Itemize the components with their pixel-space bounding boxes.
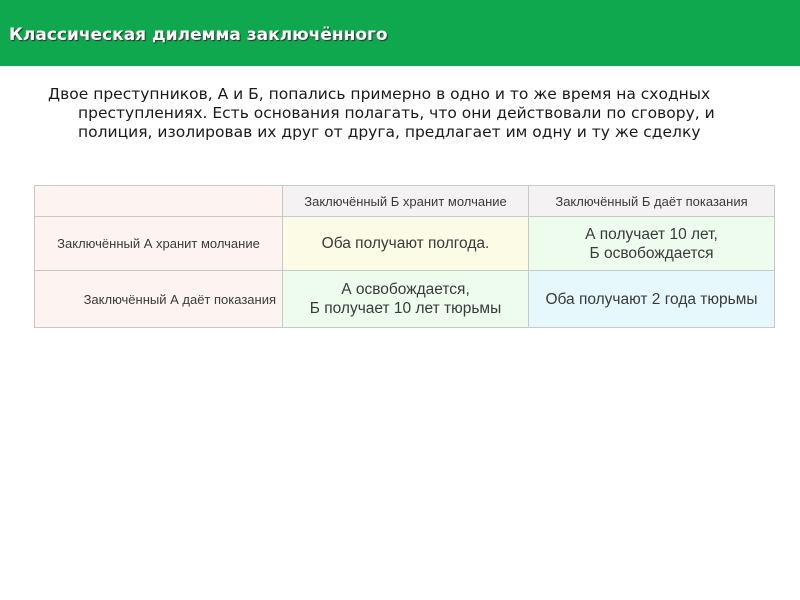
title-bar: Классическая дилемма заключённого [0, 0, 800, 66]
matrix-header-row: Заключённый Б хранит молчание Заключённы… [34, 185, 775, 217]
slide-title: Классическая дилемма заключённого [9, 25, 388, 45]
payoff-matrix: Заключённый Б хранит молчание Заключённы… [34, 185, 775, 328]
intro-paragraph: Двое преступников, А и Б, попались приме… [48, 85, 715, 141]
matrix-row-a-testifies: Заключённый А даёт показания А освобожда… [34, 270, 775, 328]
column-header-b-testifies: Заключённый Б даёт показания [528, 185, 775, 217]
outcome-a-testifies-b-silent: А освобождается, Б получает 10 лет тюрьм… [282, 270, 529, 328]
outcome-text: Оба получают 2 года тюрьмы [545, 290, 758, 308]
outcome-both-silent: Оба получают полгода. [282, 216, 529, 271]
outcome-text: Оба получают полгода. [321, 235, 490, 252]
outcome-a-silent-b-testifies: А получает 10 лет, Б освобождается [528, 216, 775, 271]
matrix-corner-cell [34, 185, 283, 217]
matrix-row-a-silent: Заключённый А хранит молчание Оба получа… [34, 216, 775, 271]
outcome-text: А получает 10 лет, Б освобождается [585, 225, 718, 262]
row-header-a-silent: Заключённый А хранит молчание [34, 216, 283, 271]
outcome-both-testify: Оба получают 2 года тюрьмы [528, 270, 775, 328]
column-header-b-silent: Заключённый Б хранит молчание [282, 185, 529, 217]
row-header-a-testifies: Заключённый А даёт показания [34, 270, 283, 328]
outcome-text: А освобождается, Б получает 10 лет тюрьм… [309, 281, 502, 317]
